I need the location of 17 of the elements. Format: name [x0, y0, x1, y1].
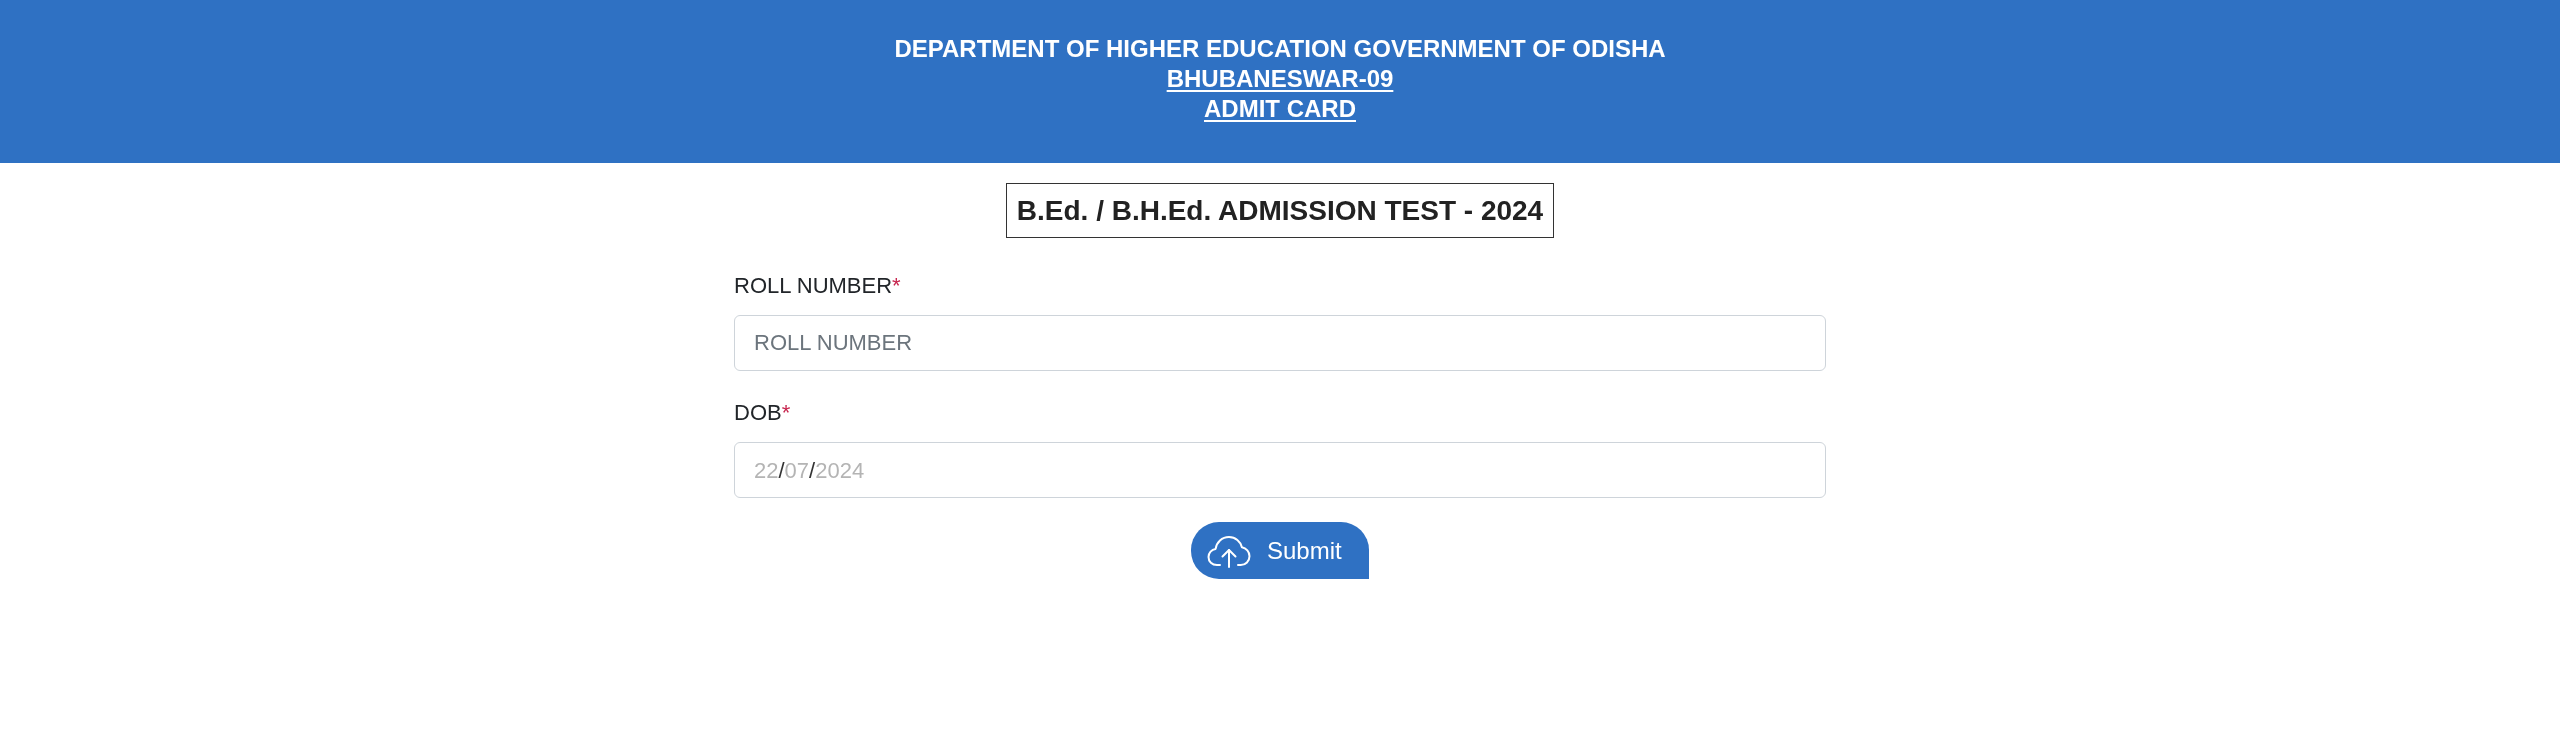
- required-mark: *: [892, 272, 901, 300]
- cloud-upload-icon: [1207, 533, 1251, 568]
- field-label: DOB: [734, 399, 782, 427]
- header-title: BHUBANESWAR-09: [1166, 63, 1394, 94]
- field-label: ROLL NUMBER: [734, 272, 893, 300]
- date-segment[interactable]: 22: [754, 453, 779, 487]
- submit-button[interactable]: Submit: [1191, 522, 1369, 579]
- header-title: ADMIT CARD: [1204, 93, 1356, 124]
- required-mark: *: [781, 399, 791, 427]
- form-title: B.Ed. / B.H.Ed. ADMISSION TEST - 2024: [1005, 183, 1555, 238]
- date-separator: /: [778, 456, 785, 485]
- input-field[interactable]: ROLL NUMBER: [734, 315, 1826, 371]
- header-title: DEPARTMENT OF HIGHER EDUCATION GOVERNMENT OF ODISHA: [894, 33, 1666, 64]
- date-segment[interactable]: 2024: [815, 453, 865, 487]
- date-separator: /: [809, 456, 816, 485]
- date-field[interactable]: 22/07/2024: [734, 442, 1826, 498]
- date-segment[interactable]: 07: [784, 453, 810, 487]
